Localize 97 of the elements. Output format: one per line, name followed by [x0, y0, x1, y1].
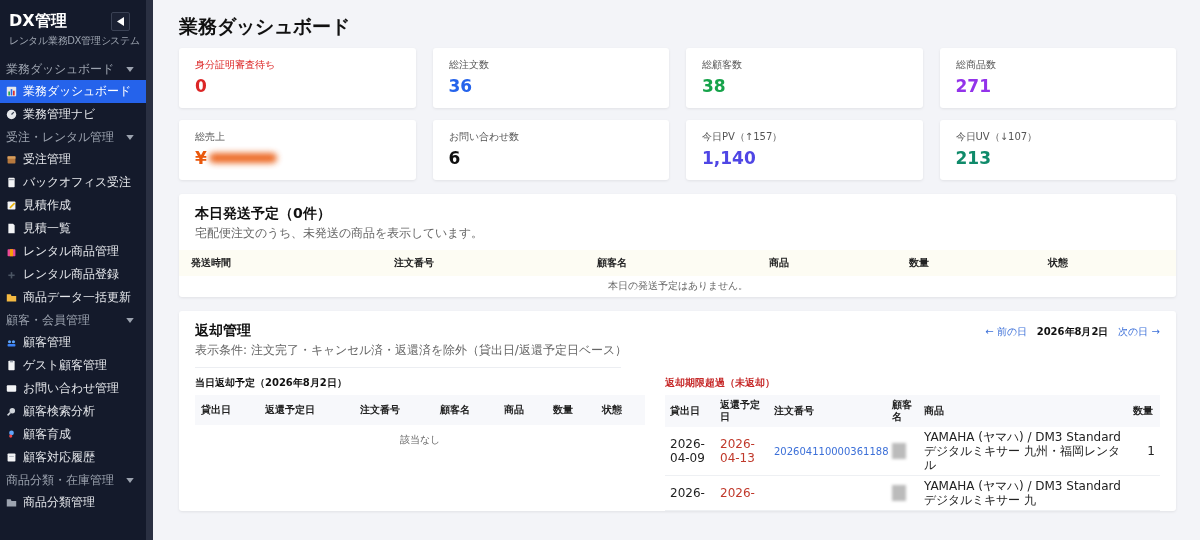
stat-label: 総売上 [195, 130, 226, 144]
collapse-sidebar-button[interactable] [111, 12, 130, 31]
column-header: 商品 [756, 250, 897, 276]
stat-label: 身分証明審査待ち [195, 58, 276, 72]
box-icon [6, 154, 17, 165]
folder-icon [6, 497, 17, 508]
logo: DX管理 [9, 12, 67, 30]
nav-item[interactable]: バックオフィス受注 [0, 171, 146, 194]
document-icon [6, 177, 17, 188]
subsection-title: 当日返却予定（2026年8月2日） [195, 376, 348, 390]
stat-value: 1,140 [702, 148, 756, 168]
column-header: 数量 [1128, 395, 1160, 427]
caret-down-icon [126, 66, 134, 72]
due-date-cell: 2026- [715, 475, 769, 511]
bar-chart-icon [6, 86, 17, 97]
column-header: 状態 [1036, 250, 1176, 276]
nav-item[interactable]: レンタル商品登録 [0, 263, 146, 286]
next-day-link[interactable]: 次の日 → [1118, 325, 1160, 339]
column-header: 顧客名 [585, 250, 757, 276]
nav-item[interactable]: ゲスト顧客管理 [0, 354, 146, 377]
caret-down-icon [126, 477, 134, 483]
previous-day-link[interactable]: ← 前の日 [985, 325, 1027, 339]
stat-value: 38 [702, 76, 726, 96]
section-subtitle: 宅配便注文のうち、未発送の商品を表示しています。 [194, 225, 484, 242]
column-header: 数量 [547, 395, 596, 425]
nav-item[interactable]: レンタル商品管理 [0, 240, 146, 263]
table-cell: YAMAHA (ヤマハ) / DM3 Standard デジタルミキサー 九 [919, 475, 1128, 511]
current-date: 2026年8月2日 [1036, 325, 1109, 339]
nav-item[interactable]: 受注管理 [0, 148, 146, 171]
column-header: 注文番号 [354, 395, 434, 425]
people-icon [6, 337, 17, 348]
column-header: 発送時間 [179, 250, 383, 276]
app-subtitle: レンタル業務DX管理システム [9, 34, 141, 48]
table-cell: 2026-04-09 [665, 427, 715, 476]
column-header: 返還予定日 [259, 395, 355, 425]
stat-label: 総商品数 [955, 58, 997, 72]
column-header: 状態 [595, 395, 645, 425]
memo-icon [6, 200, 17, 211]
caret-down-icon [126, 134, 134, 140]
section-title: 返却管理 [195, 321, 252, 339]
stat-value: ¥ [195, 148, 207, 168]
stat-value: 271 [955, 76, 991, 96]
empty-message: 該当なし [195, 425, 645, 455]
column-header: 商品 [498, 395, 547, 425]
plus-icon [6, 269, 17, 280]
section-subtitle: 表示条件: 注文完了・キャンセル済・返還済を除外（貸出日/返還予定日ベース） [195, 342, 627, 359]
page-icon [6, 223, 17, 234]
section-title: 本日発送予定（0件） [194, 204, 332, 222]
gauge-icon [6, 109, 17, 120]
nav-item[interactable]: 業務管理ナビ [0, 103, 146, 126]
page-title: 業務ダッシュボード [179, 14, 351, 38]
column-header: 注文番号 [769, 395, 887, 427]
stat-label: 今日PV（↑157） [702, 130, 784, 144]
nav-item[interactable]: 顧客対応履歴 [0, 446, 146, 469]
stat-label: 今日UV（↓107） [955, 130, 1039, 144]
empty-message: 本日の発送予定はありません。 [179, 276, 1176, 297]
column-header: 商品 [919, 395, 1128, 427]
stat-label: 総注文数 [448, 58, 490, 72]
column-header: 数量 [896, 250, 1037, 276]
stat-value: 213 [955, 148, 991, 168]
nav-group-header[interactable]: 業務ダッシュボード [0, 58, 146, 80]
nav-item[interactable]: 顧客検索分析 [0, 400, 146, 423]
nav-group-header[interactable]: 顧客・会員管理 [0, 309, 146, 331]
nav-item[interactable]: 見積作成 [0, 194, 146, 217]
clipboard-icon [6, 360, 17, 371]
nav-item[interactable]: 業務ダッシュボード [0, 80, 146, 103]
triangle-left-icon [117, 17, 124, 26]
column-header: 顧客名 [433, 395, 499, 425]
stat-value: 6 [448, 148, 461, 168]
stat-value: 36 [448, 76, 473, 96]
nav-item[interactable]: お問い合わせ管理 [0, 377, 146, 400]
column-header: 貸出日 [665, 395, 715, 427]
nav-item[interactable]: 見積一覧 [0, 217, 146, 240]
folder-icon [6, 292, 17, 303]
nav-item[interactable]: 顧客育成 [0, 423, 146, 446]
stat-value: 0 [195, 76, 207, 96]
stat-label: お問い合わせ数 [448, 130, 520, 144]
caret-down-icon [126, 317, 134, 323]
column-header: 顧客名 [887, 395, 919, 427]
column-header: 返還予定日 [715, 395, 769, 427]
order-number-link[interactable]: 202604110000361188 [774, 445, 889, 457]
table-cell: 1 [1147, 444, 1155, 458]
subsection-title: 返却期限超過（未返却） [665, 376, 776, 390]
nav-item[interactable]: 商品データ一括更新 [0, 286, 146, 309]
table-cell: YAMAHA (ヤマハ) / DM3 Standard デジタルミキサー 九州・福岡レンタル [919, 427, 1128, 476]
stat-label: 総顧客数 [702, 58, 743, 72]
nav-group-header[interactable]: 商品分類・在庫管理 [0, 469, 146, 491]
column-header: 貸出日 [195, 395, 260, 425]
magnifier-icon [6, 406, 17, 417]
due-date-cell: 2026-04-13 [715, 427, 769, 476]
nav-group-header[interactable]: 受注・レンタル管理 [0, 126, 146, 148]
nav-item[interactable]: 顧客管理 [0, 331, 146, 354]
column-header: 注文番号 [382, 250, 586, 276]
notebook-icon [6, 452, 17, 463]
table-cell: 2026- [665, 475, 715, 511]
envelope-icon [6, 383, 17, 394]
nav-item[interactable]: 商品分類管理 [0, 491, 146, 514]
